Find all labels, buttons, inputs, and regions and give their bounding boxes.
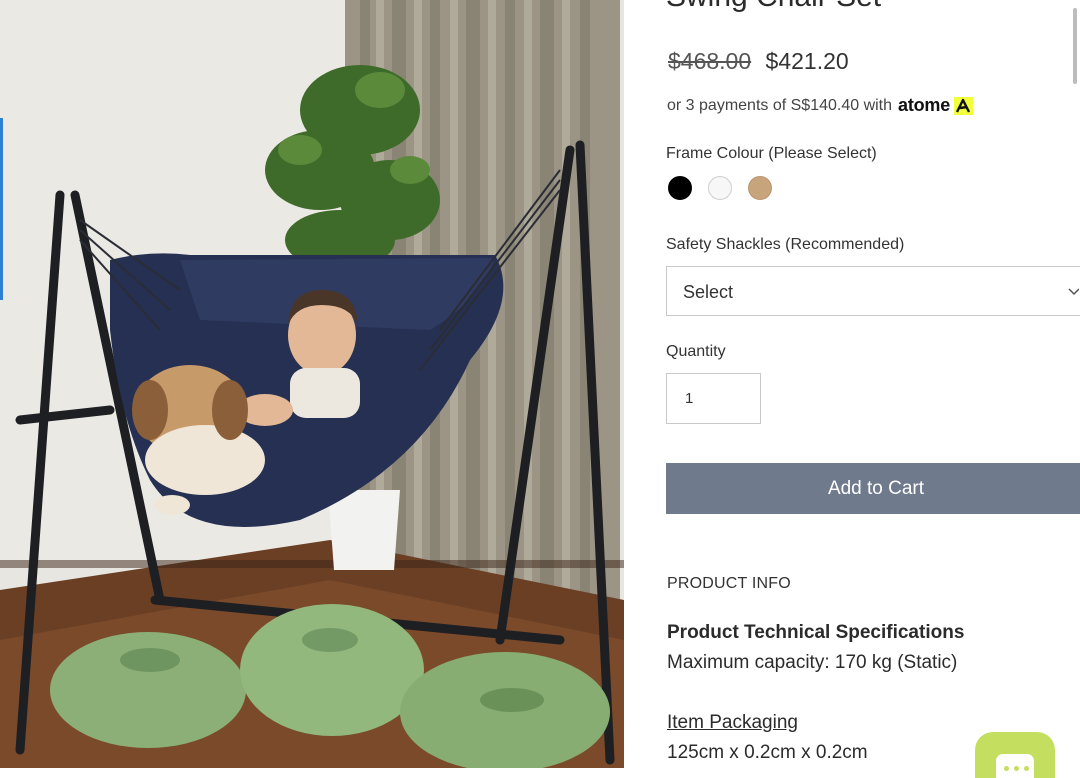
capacity-text: Maximum capacity: 170 kg (Static): [667, 652, 958, 673]
swatch-tan[interactable]: [748, 176, 772, 200]
safety-shackles-select[interactable]: Select: [666, 266, 1080, 316]
image-focus-accent: [0, 118, 3, 300]
swatch-black[interactable]: [668, 176, 692, 200]
product-title: Swing Chair Set: [666, 0, 881, 14]
product-info-heading: PRODUCT INFO: [667, 575, 791, 592]
frame-colour-label: Frame Colour (Please Select): [666, 145, 877, 162]
product-details-panel: Swing Chair Set $468.00 $421.20 or 3 pay…: [666, 0, 1080, 778]
select-value: Select: [683, 282, 734, 302]
product-photo-illustration: [0, 0, 624, 768]
installment-text: or 3 payments of S$140.40 with: [667, 96, 893, 114]
safety-shackles-label: Safety Shackles (Recommended): [666, 236, 905, 253]
installment-info: or 3 payments of S$140.40 with atome: [667, 95, 974, 116]
original-price: $468.00: [668, 48, 752, 74]
quantity-label: Quantity: [666, 343, 726, 360]
chat-button[interactable]: [975, 732, 1055, 778]
swatch-white[interactable]: [708, 176, 732, 200]
atome-badge-icon: [954, 96, 974, 115]
scrollbar-thumb[interactable]: [1073, 8, 1077, 84]
add-to-cart-button[interactable]: Add to Cart: [666, 463, 1080, 514]
item-packaging-link[interactable]: Item Packaging: [667, 712, 798, 734]
chat-icon: [996, 754, 1034, 778]
product-page: Swing Chair Set $468.00 $421.20 or 3 pay…: [0, 0, 1080, 778]
spec-title: Product Technical Specifications: [667, 622, 965, 643]
chevron-down-icon: [1067, 281, 1080, 306]
sale-price: $421.20: [765, 48, 849, 74]
packaging-size-text: 125cm x 0.2cm x 0.2cm: [667, 742, 868, 763]
quantity-input[interactable]: 1: [666, 373, 761, 424]
atome-logo[interactable]: atome: [898, 95, 950, 116]
product-image[interactable]: [0, 0, 624, 768]
frame-colour-swatches: [668, 176, 772, 200]
price-row: $468.00 $421.20: [668, 48, 849, 75]
quantity-value: 1: [685, 390, 694, 407]
